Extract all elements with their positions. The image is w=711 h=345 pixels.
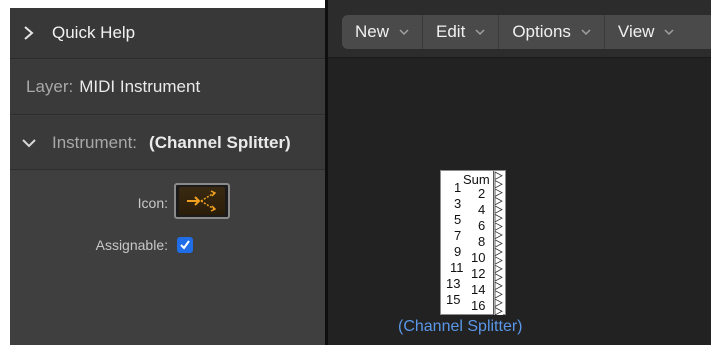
output-port[interactable] (494, 205, 503, 215)
quick-help-label: Quick Help (52, 23, 136, 42)
output-label: 2 (478, 186, 486, 201)
output-port[interactable] (494, 256, 503, 265)
output-label: 14 (471, 282, 486, 297)
output-port[interactable] (494, 188, 503, 198)
output-label: 5 (454, 212, 462, 227)
sum-label: Sum (463, 172, 490, 187)
output-port[interactable] (494, 213, 503, 223)
instrument-label: Instrument: (52, 132, 138, 152)
output-port-triangles[interactable] (494, 171, 504, 316)
environment-toolbar: New Edit Options View (328, 0, 711, 58)
instrument-name[interactable]: (Channel Splitter) (149, 133, 291, 153)
chevron-down-icon (22, 138, 36, 147)
chevron-down-icon (581, 28, 591, 35)
channel-splitter-object[interactable]: Sum 1 3 5 7 9 11 13 15 2 4 6 8 10 12 14 … (440, 170, 506, 316)
output-label: 4 (478, 202, 486, 217)
chevron-right-icon (24, 26, 34, 40)
channel-splitter-icon (179, 187, 225, 215)
chevron-down-icon (664, 28, 674, 35)
output-port[interactable] (494, 306, 503, 316)
output-port[interactable] (494, 247, 503, 257)
output-label: 12 (471, 266, 486, 281)
output-port[interactable] (494, 222, 503, 231)
output-label: 11 (450, 260, 464, 275)
output-port[interactable] (494, 196, 503, 206)
output-port[interactable] (494, 272, 503, 282)
chevron-down-icon (475, 28, 485, 35)
checkmark-icon (180, 240, 190, 250)
inspector-panel: Quick Help Layer: MIDI Instrument Instru… (10, 8, 325, 345)
instrument-icon-picker[interactable] (174, 183, 230, 219)
output-ports[interactable] (493, 171, 504, 316)
assignable-label: Assignable: (95, 237, 168, 253)
options-menu-label: Options (512, 22, 571, 41)
view-menu[interactable]: View (605, 15, 688, 49)
output-label: 10 (471, 250, 486, 265)
output-label: 1 (454, 180, 462, 195)
layer-value: MIDI Instrument (79, 77, 201, 96)
object-name-label[interactable]: (Channel Splitter) (398, 318, 523, 336)
instrument-header[interactable]: Instrument: (Channel Splitter) (10, 116, 325, 170)
output-label: 3 (454, 196, 462, 211)
layer-row[interactable]: Layer: MIDI Instrument (10, 60, 325, 115)
new-menu-label: New (355, 22, 390, 41)
edit-menu[interactable]: Edit (423, 15, 500, 49)
output-port[interactable] (494, 298, 503, 308)
view-menu-label: View (617, 22, 655, 41)
output-label: 6 (478, 218, 486, 233)
output-label: 9 (454, 244, 462, 259)
instrument-properties: Icon: Assignable: (10, 171, 325, 345)
environment-window: New Edit Options View Sum 1 3 5 7 9 11 1… (328, 0, 711, 345)
output-port[interactable] (494, 264, 503, 274)
output-port[interactable] (494, 239, 503, 248)
output-port[interactable] (494, 179, 503, 189)
icon-label: Icon: (137, 195, 168, 211)
output-label: 16 (471, 298, 486, 313)
output-label: 15 (446, 292, 461, 307)
output-port[interactable] (494, 230, 503, 240)
output-label: 8 (478, 234, 486, 249)
edit-menu-label: Edit (436, 22, 466, 41)
menu-bar: New Edit Options View (342, 15, 711, 49)
quick-help-header[interactable]: Quick Help (10, 8, 325, 59)
output-port[interactable] (494, 281, 503, 291)
new-menu[interactable]: New (342, 15, 424, 49)
output-port[interactable] (494, 289, 503, 299)
layer-label: Layer: (26, 77, 74, 96)
output-label: 7 (454, 228, 462, 243)
output-port[interactable] (494, 171, 503, 181)
options-menu[interactable]: Options (499, 15, 605, 49)
assignable-checkbox[interactable] (177, 237, 193, 253)
output-label: 13 (446, 276, 461, 291)
chevron-down-icon (399, 28, 409, 35)
